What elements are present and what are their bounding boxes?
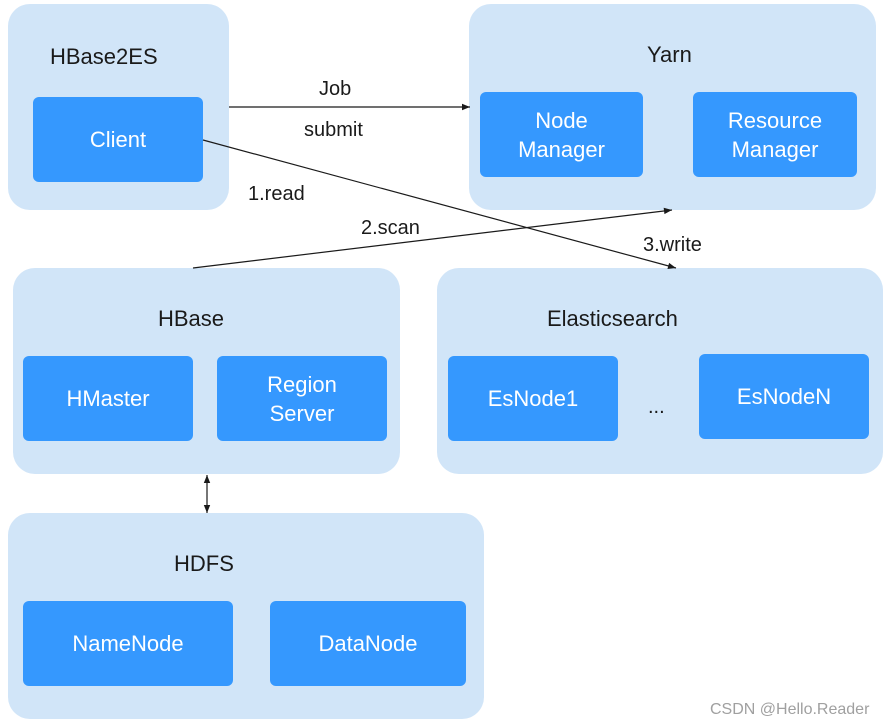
node-resource-manager: Resource Manager — [693, 92, 857, 177]
edge-label-submit: submit — [304, 119, 363, 141]
group-elasticsearch: Elasticsearch EsNode1 ... EsNodeN — [437, 268, 883, 474]
nodes-ellipsis: ... — [648, 396, 665, 418]
group-title-elasticsearch: Elasticsearch — [547, 306, 678, 331]
node-client: Client — [33, 97, 203, 182]
edge-label-scan: 2.scan — [361, 217, 420, 239]
group-title-hbase: HBase — [158, 306, 225, 331]
edge-label-write: 3.write — [643, 234, 702, 256]
node-esnode1: EsNode1 — [448, 356, 618, 441]
node-node-manager-label: Node Manager — [518, 107, 605, 162]
group-title-yarn: Yarn — [647, 42, 692, 67]
group-yarn: Yarn Node Manager Resource Manager — [469, 4, 876, 210]
node-namenode: NameNode — [23, 601, 233, 686]
watermark: CSDN @Hello.Reader — [710, 701, 870, 718]
group-hbase2es: HBase2ES Client — [8, 4, 229, 210]
node-node-manager: Node Manager — [480, 92, 643, 177]
node-region-server: Region Server — [217, 356, 387, 441]
group-title-hdfs: HDFS — [174, 551, 234, 576]
edge-label-read: 1.read — [248, 183, 305, 205]
node-region-server-label: Region Server — [267, 371, 337, 426]
node-resource-manager-label: Resource Manager — [727, 107, 823, 162]
group-hbase: HBase HMaster Region Server — [13, 268, 400, 474]
node-datanode: DataNode — [270, 601, 466, 686]
group-hdfs: HDFS NameNode DataNode — [8, 513, 484, 719]
node-esnoden: EsNodeN — [699, 354, 869, 439]
edge-scan — [192, 207, 673, 269]
edge-label-job: Job — [319, 78, 352, 100]
group-title-hbase2es: HBase2ES — [50, 44, 158, 69]
node-hmaster: HMaster — [23, 356, 193, 441]
